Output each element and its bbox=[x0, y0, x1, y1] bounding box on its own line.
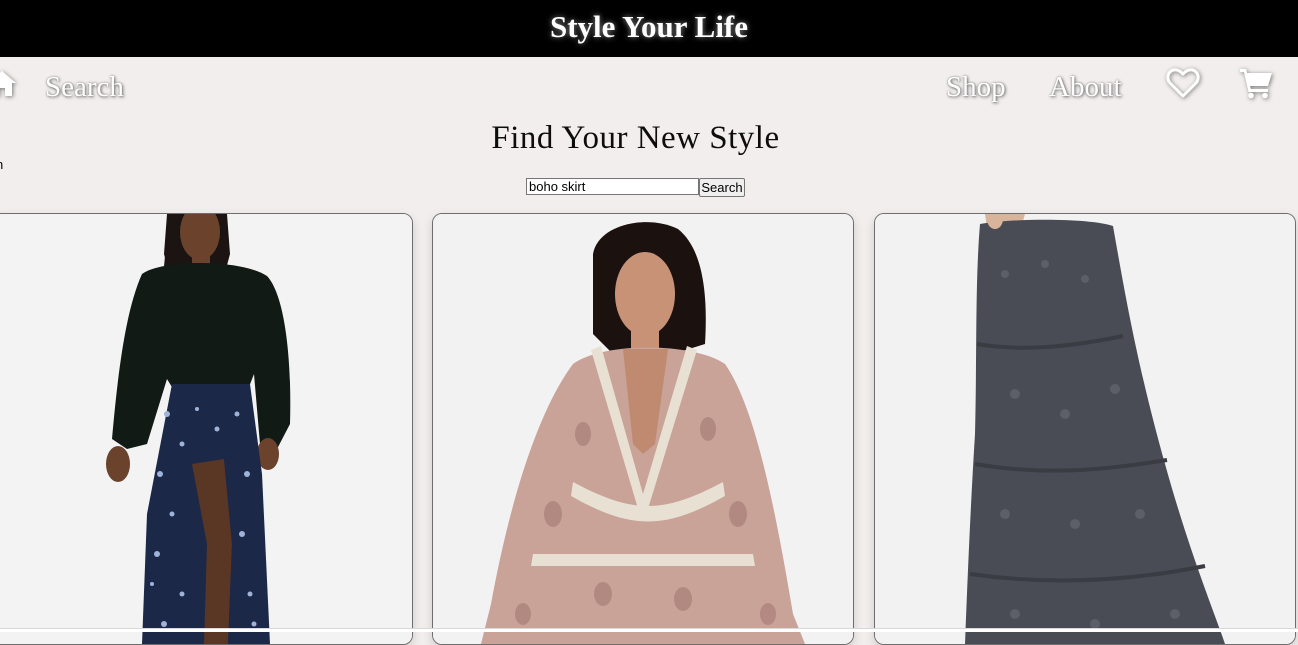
product-image bbox=[0, 214, 412, 644]
site-header: Style Your Life bbox=[0, 0, 1298, 57]
product-image bbox=[433, 214, 853, 644]
nav-about-link[interactable]: About bbox=[1049, 71, 1122, 104]
nav-search-link[interactable]: Search bbox=[45, 71, 124, 104]
product-card[interactable] bbox=[874, 213, 1296, 645]
stray-label: n bbox=[0, 157, 3, 172]
page-bottom-edge bbox=[0, 628, 1298, 632]
heart-icon[interactable] bbox=[1166, 67, 1200, 99]
product-card[interactable] bbox=[432, 213, 854, 645]
home-icon[interactable] bbox=[0, 68, 18, 98]
search-button[interactable]: Search bbox=[699, 178, 745, 197]
site-title: Style Your Life bbox=[549, 8, 749, 44]
search-form: Search bbox=[526, 178, 745, 197]
main-nav: Search Shop About bbox=[0, 57, 1298, 122]
nav-shop-link[interactable]: Shop bbox=[946, 71, 1006, 104]
product-card[interactable] bbox=[0, 213, 413, 645]
search-input[interactable] bbox=[526, 178, 699, 195]
cart-icon[interactable] bbox=[1239, 67, 1273, 99]
product-image bbox=[875, 214, 1295, 644]
page-title: Find Your New Style bbox=[491, 120, 780, 156]
